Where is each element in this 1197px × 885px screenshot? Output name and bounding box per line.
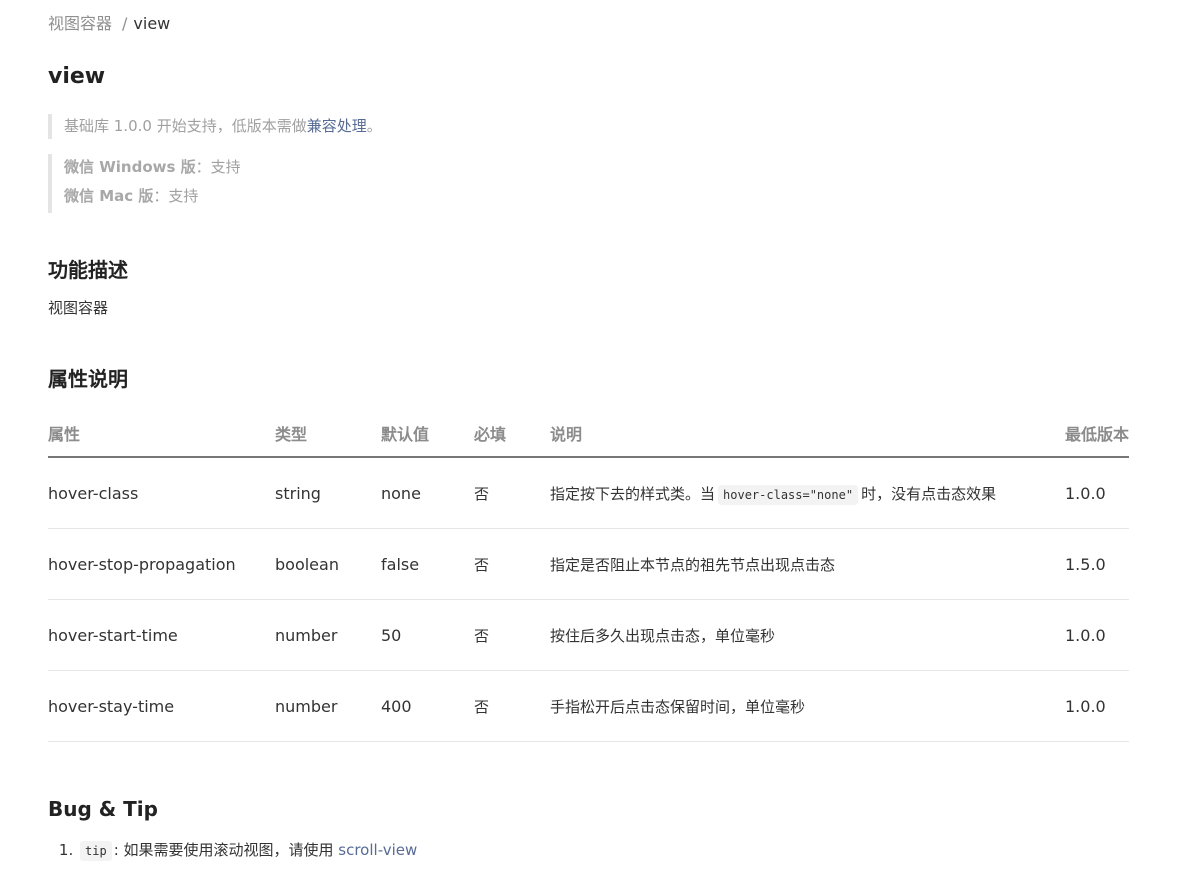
- page-title: view: [48, 64, 106, 89]
- column-header: 必填: [474, 410, 550, 458]
- attr-description: 指定是否阻止本节点的祖先节点出现点击态: [550, 528, 1065, 600]
- table-row: hover-stop-propagation boolean false 否 指…: [48, 528, 1129, 600]
- attr-name: hover-stay-time: [48, 670, 275, 742]
- scroll-view-link[interactable]: scroll-view: [338, 841, 417, 859]
- attr-min-version[interactable]: 1.0.0: [1065, 599, 1129, 671]
- inline-code: tip: [80, 841, 112, 861]
- platform-row: 微信 Mac 版：支持: [64, 183, 241, 212]
- attr-type: number: [275, 670, 381, 742]
- attr-default: 50: [381, 599, 474, 671]
- compat-link[interactable]: 兼容处理: [307, 117, 367, 135]
- table-row: hover-start-time number 50 否 按住后多久出现点击态，…: [48, 599, 1129, 671]
- attr-required: 否: [474, 599, 550, 671]
- attr-default: 400: [381, 670, 474, 742]
- platform-status: 支持: [168, 187, 199, 205]
- platform-name: 微信 Mac 版: [64, 187, 154, 205]
- list-item: tip: 如果需要使用滚动视图，请使用 scroll-view: [78, 838, 417, 863]
- description-text: 视图容器: [48, 299, 109, 317]
- section-heading-attributes: 属性说明: [48, 367, 128, 391]
- breadcrumb: 视图容器 / view: [48, 13, 170, 35]
- attr-type: boolean: [275, 528, 381, 600]
- attr-default: none: [381, 457, 474, 529]
- attr-name: hover-start-time: [48, 599, 275, 671]
- attr-description: 指定按下去的样式类。当 hover-class="none" 时，没有点击态效果: [550, 457, 1065, 529]
- attr-name: hover-class: [48, 457, 275, 529]
- table-header-row: 属性 类型 默认值 必填 说明 最低版本: [48, 410, 1129, 458]
- table-row: hover-stay-time number 400 否 手指松开后点击态保留时…: [48, 670, 1129, 742]
- desc-text: 指定按下去的样式类。当: [550, 484, 716, 503]
- attr-type: number: [275, 599, 381, 671]
- section-heading-description: 功能描述: [48, 258, 128, 282]
- support-note: 基础库 1.0.0 开始支持，低版本需做兼容处理。: [48, 114, 382, 139]
- support-note-text: 基础库 1.0.0 开始支持，低版本需做: [64, 117, 307, 135]
- attributes-table: 属性 类型 默认值 必填 说明 最低版本 hover-class string …: [48, 410, 1129, 742]
- column-header: 类型: [275, 410, 381, 458]
- breadcrumb-parent-link[interactable]: 视图容器: [48, 14, 112, 33]
- platform-row: 微信 Windows 版：支持: [64, 154, 241, 183]
- attr-required: 否: [474, 457, 550, 529]
- attr-required: 否: [474, 528, 550, 600]
- attr-description: 手指松开后点击态保留时间，单位毫秒: [550, 670, 1065, 742]
- support-note-suffix: 。: [366, 117, 382, 135]
- attr-min-version[interactable]: 1.0.0: [1065, 457, 1129, 529]
- attr-name: hover-stop-propagation: [48, 528, 275, 600]
- platform-sep: ：: [153, 187, 169, 205]
- breadcrumb-separator: /: [122, 14, 128, 33]
- platform-name: 微信 Windows 版: [64, 158, 196, 176]
- column-header: 属性: [48, 410, 275, 458]
- attr-required: 否: [474, 670, 550, 742]
- table-row: hover-class string none 否 指定按下去的样式类。当 hov…: [48, 457, 1129, 529]
- breadcrumb-current: view: [133, 14, 171, 33]
- desc-text: 时，没有点击态效果: [861, 484, 997, 503]
- tip-text: : 如果需要使用滚动视图，请使用: [113, 841, 339, 859]
- attr-min-version[interactable]: 1.5.0: [1065, 528, 1129, 600]
- attr-default: false: [381, 528, 474, 600]
- attr-min-version[interactable]: 1.0.0: [1065, 670, 1129, 742]
- column-header: 默认值: [381, 410, 474, 458]
- section-heading-bug-tip: Bug & Tip: [48, 797, 158, 821]
- inline-code: hover-class="none": [718, 484, 859, 505]
- platform-support: 微信 Windows 版：支持 微信 Mac 版：支持: [48, 154, 241, 213]
- attr-description: 按住后多久出现点击态，单位毫秒: [550, 599, 1065, 671]
- tips-list: tip: 如果需要使用滚动视图，请使用 scroll-view: [48, 838, 417, 863]
- column-header: 最低版本: [1065, 410, 1129, 458]
- platform-sep: ：: [195, 158, 211, 176]
- attr-type: string: [275, 457, 381, 529]
- platform-status: 支持: [210, 158, 241, 176]
- column-header: 说明: [550, 410, 1065, 458]
